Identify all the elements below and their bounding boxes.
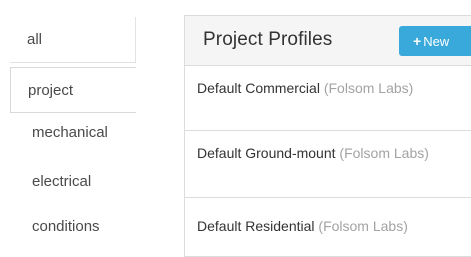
- tab-project[interactable]: project: [10, 67, 136, 113]
- new-profile-button[interactable]: + New: [399, 26, 471, 56]
- panel-title: Project Profiles: [203, 29, 333, 50]
- new-button-label: New: [423, 34, 450, 49]
- profile-org: (Folsom Labs): [323, 80, 414, 96]
- panel-header: Project Profiles + New: [185, 16, 471, 66]
- profile-name: Default Commercial: [197, 80, 320, 96]
- plus-icon: +: [413, 33, 422, 49]
- profile-row[interactable]: Default Residential (Folsom Labs): [185, 198, 471, 257]
- profiles-view: all project mechanical electrical condit…: [0, 0, 471, 257]
- tab-mechanical[interactable]: mechanical: [10, 113, 136, 161]
- category-tab-list: all project mechanical electrical condit…: [10, 17, 136, 249]
- profile-org: (Folsom Labs): [339, 145, 429, 161]
- tab-conditions[interactable]: conditions: [10, 205, 136, 249]
- profile-org: (Folsom Labs): [318, 218, 408, 234]
- profile-name: Default Ground-mount: [197, 145, 336, 161]
- tab-electrical[interactable]: electrical: [10, 161, 136, 205]
- profile-name: Default Residential: [197, 218, 315, 234]
- profile-row[interactable]: Default Commercial (Folsom Labs): [185, 66, 471, 131]
- profile-row[interactable]: Default Ground-mount (Folsom Labs): [185, 131, 471, 198]
- tab-all[interactable]: all: [10, 17, 136, 63]
- project-profiles-panel: Project Profiles + New Default Commercial…: [184, 15, 471, 257]
